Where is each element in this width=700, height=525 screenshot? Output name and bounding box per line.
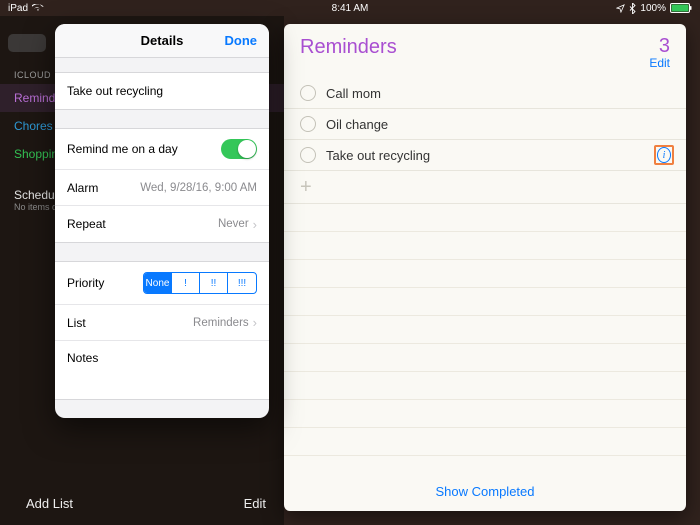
reminder-item[interactable]: Oil change [284,109,686,140]
info-icon: i [657,147,671,163]
add-list-button[interactable]: Add List [26,496,73,511]
alarm-row[interactable]: Alarm Wed, 9/28/16, 9:00 AM [55,170,269,206]
popover-arrow-icon [268,152,269,168]
item-count: 3 [649,36,670,56]
chevron-right-icon: › [253,217,257,232]
notes-field[interactable]: Notes [55,341,269,399]
repeat-row[interactable]: Repeat Never› [55,206,269,242]
chevron-right-icon: › [253,315,257,330]
done-button[interactable]: Done [225,33,258,48]
info-button[interactable]: i [654,145,674,165]
reminder-text: Call mom [326,86,381,101]
battery-pct: 100% [640,3,666,14]
reminder-text: Take out recycling [326,148,430,163]
device-label: iPad [8,3,28,14]
status-bar: iPad 8:41 AM 100% [0,0,700,16]
priority-low[interactable]: ! [172,273,200,293]
radio-unchecked-icon[interactable] [300,116,316,132]
radio-unchecked-icon[interactable] [300,147,316,163]
list-edit-button[interactable]: Edit [649,56,670,70]
sidebar-edit-button[interactable]: Edit [244,496,266,511]
details-popover: Details Done Take out recycling Remind m… [55,24,269,418]
bluetooth-icon [629,3,636,14]
popover-title: Details [141,33,184,48]
priority-none[interactable]: None [144,273,172,293]
remind-on-day-toggle[interactable] [221,139,257,159]
remind-on-day-row: Remind me on a day [55,129,269,170]
list-title: Reminders [300,36,397,59]
reminder-item[interactable]: Call mom [284,78,686,109]
reminder-item[interactable]: Take out recycling i [284,140,686,171]
priority-high[interactable]: !!! [228,273,256,293]
location-icon [616,4,625,13]
battery-icon [670,3,692,13]
search-input[interactable] [8,34,46,52]
add-reminder-row[interactable]: + [284,171,686,204]
status-time: 8:41 AM [332,3,369,14]
radio-unchecked-icon[interactable] [300,85,316,101]
priority-med[interactable]: !! [200,273,228,293]
wifi-icon [32,4,44,13]
reminder-text: Oil change [326,117,388,132]
priority-segmented[interactable]: None ! !! !!! [143,272,257,294]
plus-icon: + [300,177,312,197]
reminders-pane: Reminders 3 Edit Call mom Oil change Tak… [284,24,686,511]
list-row[interactable]: List Reminders› [55,305,269,341]
show-completed-button[interactable]: Show Completed [284,472,686,511]
reminder-title-field[interactable]: Take out recycling [55,73,269,109]
priority-row: Priority None ! !! !!! [55,262,269,305]
